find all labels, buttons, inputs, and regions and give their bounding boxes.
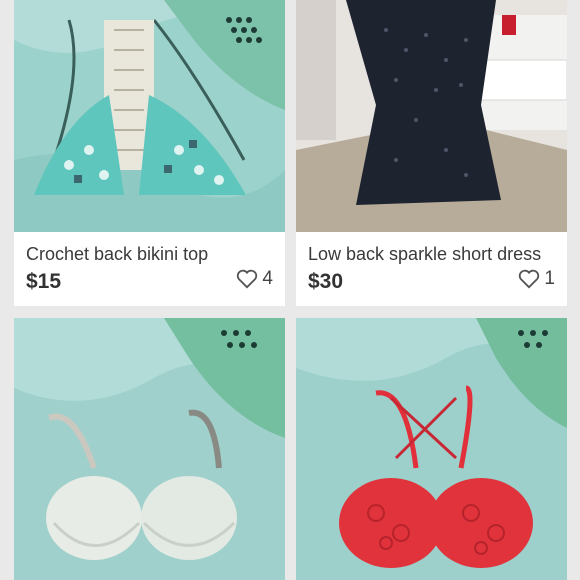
listing-photo-bikini-top[interactable] <box>14 0 285 232</box>
like-button[interactable]: 4 <box>236 268 273 290</box>
listing-card[interactable]: Crochet back bikini top $15 4 <box>14 0 285 306</box>
listing-info: Low back sparkle short dress $30 1 <box>296 232 567 306</box>
listing-photo-red-lace-bra[interactable] <box>296 318 567 580</box>
listing-photo-sparkle-dress[interactable] <box>296 0 567 232</box>
listing-card[interactable] <box>14 318 285 580</box>
heart-outline-icon <box>519 269 540 289</box>
listing-card[interactable] <box>296 318 567 580</box>
like-count: 1 <box>544 268 555 289</box>
like-button[interactable]: 1 <box>518 268 555 290</box>
heart-outline-icon <box>237 269 258 289</box>
listing-price: $15 <box>26 270 62 293</box>
listing-title[interactable]: Low back sparkle short dress <box>308 244 567 265</box>
listing-title[interactable]: Crochet back bikini top <box>26 244 285 265</box>
listing-info: Crochet back bikini top $15 4 <box>14 232 285 306</box>
listing-price: $30 <box>308 270 344 293</box>
like-count: 4 <box>262 268 273 289</box>
listing-card[interactable]: Low back sparkle short dress $30 1 <box>296 0 567 306</box>
listing-photo-white-bra[interactable] <box>14 318 285 580</box>
